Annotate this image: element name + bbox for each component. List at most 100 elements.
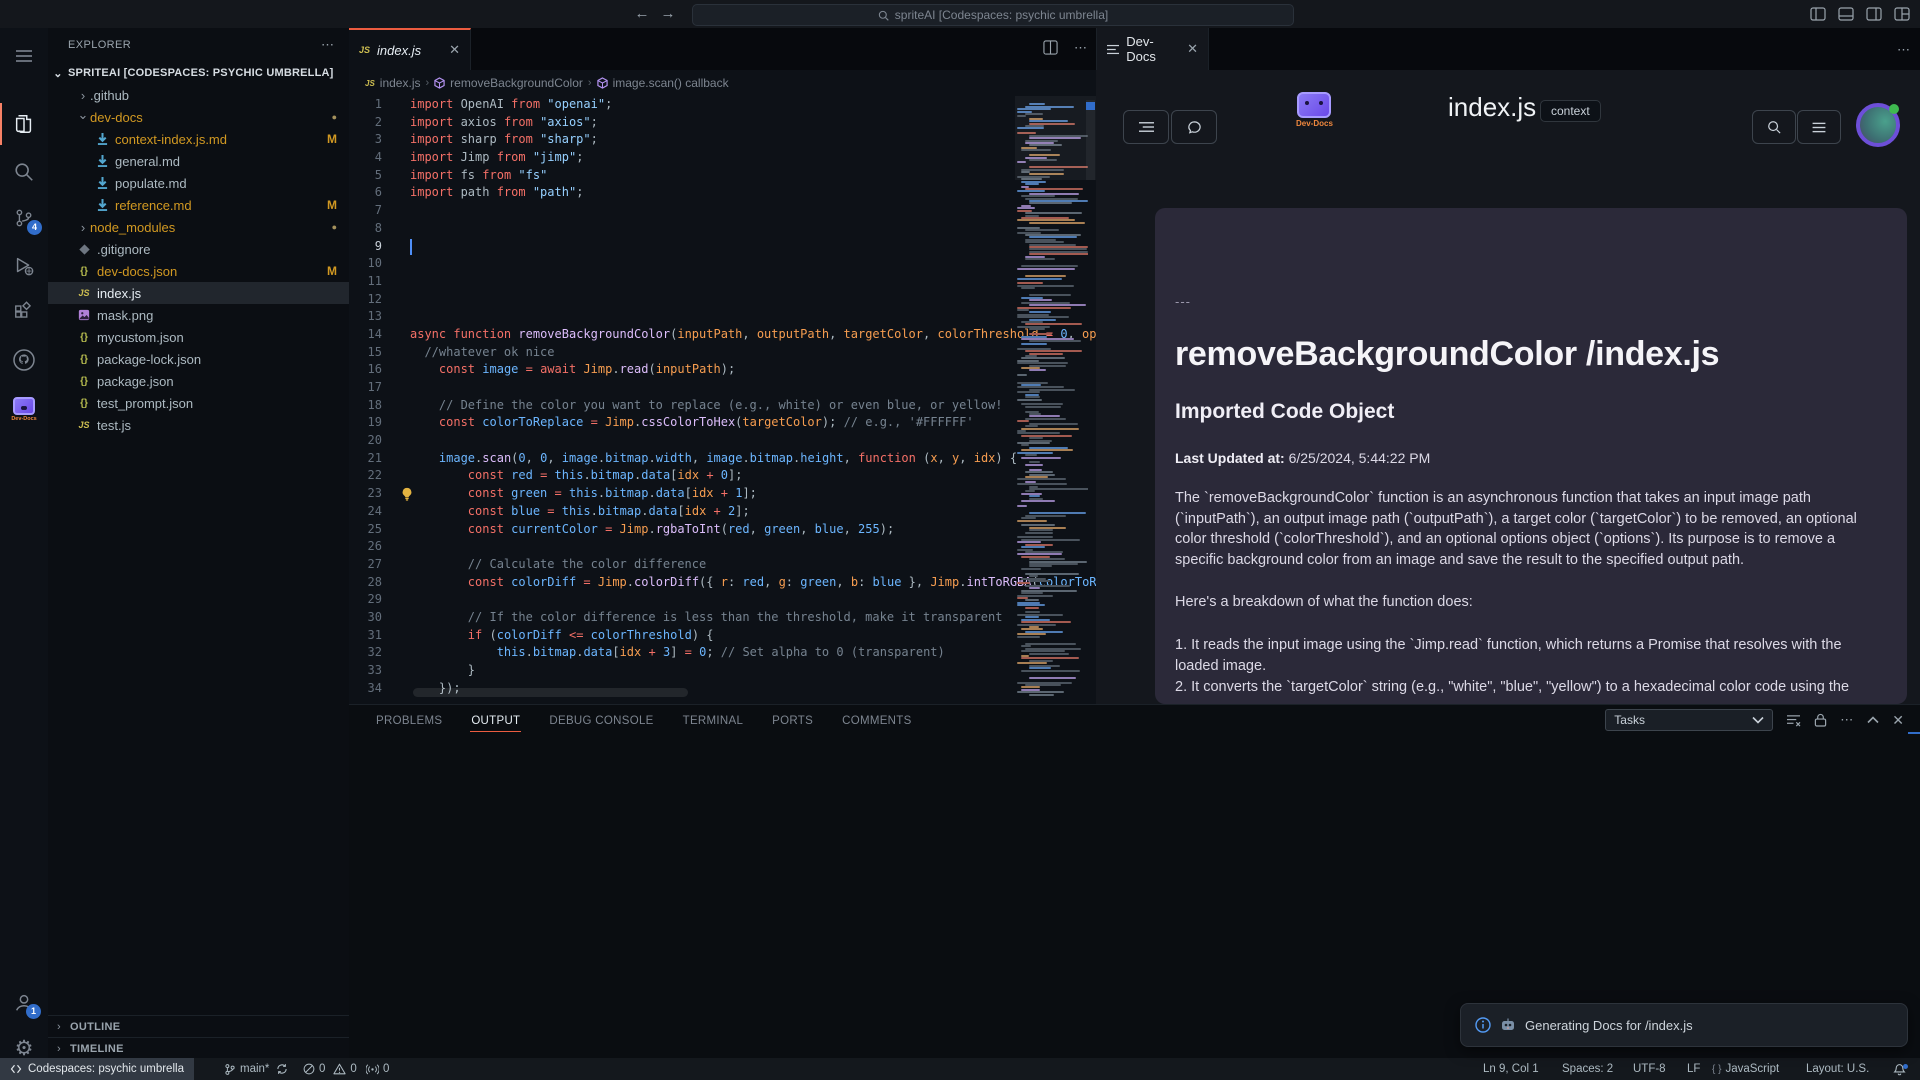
line-number: 3 (349, 131, 382, 149)
language-mode[interactable]: { } JavaScript (1712, 1058, 1779, 1080)
code-text: import Jimp from "jimp"; (382, 149, 583, 167)
lightbulb-icon[interactable] (400, 487, 414, 501)
minimap-line (1017, 662, 1047, 664)
tree-item--gitignore[interactable]: .gitignore (48, 238, 349, 260)
forward-arrow-icon[interactable]: → (656, 0, 680, 28)
accounts-icon[interactable]: 1 (0, 983, 48, 1023)
notifications-bell[interactable] (1893, 1058, 1906, 1080)
sync-indicator[interactable] (276, 1058, 288, 1080)
tree-item-dev-docs[interactable]: ⌄dev-docs● (48, 106, 349, 128)
tree-item-mask-png[interactable]: mask.png (48, 304, 349, 326)
panel-tab-terminal[interactable]: TERMINAL (682, 709, 745, 732)
output-channel-select[interactable]: Tasks (1605, 709, 1773, 731)
extensions-icon[interactable] (0, 292, 48, 332)
horizontal-scrollbar[interactable] (413, 688, 688, 697)
tree-item-label: populate.md (115, 176, 187, 191)
encoding[interactable]: UTF-8 (1633, 1058, 1666, 1080)
run-debug-icon[interactable] (0, 246, 48, 286)
breadcrumb-item[interactable]: index.js (380, 76, 421, 90)
devdocs-logo-label: Dev-Docs (1296, 119, 1333, 128)
toggle-secondary-sidebar-icon[interactable] (1866, 6, 1882, 22)
outline-section[interactable]: › OUTLINE (48, 1015, 349, 1038)
tree-item-package-json[interactable]: {}package.json (48, 370, 349, 392)
tree-item-index-js[interactable]: JSindex.js (48, 282, 349, 304)
branch-indicator[interactable]: main* (224, 1058, 269, 1080)
panel-tab-output[interactable]: OUTPUT (470, 709, 521, 732)
chevron-up-icon[interactable] (1867, 716, 1879, 724)
indentation[interactable]: Spaces: 2 (1562, 1058, 1613, 1080)
tree-item-dev-docs-json[interactable]: {}dev-docs.jsonM (48, 260, 349, 282)
keyboard-layout[interactable]: Layout: U.S. (1806, 1058, 1869, 1080)
tree-item--github[interactable]: ›.github (48, 84, 349, 106)
menu-icon[interactable] (0, 36, 48, 76)
search-view-icon[interactable] (0, 152, 48, 192)
split-editor-icon[interactable] (1043, 40, 1058, 55)
toggle-sidebar-icon[interactable] (1810, 6, 1826, 22)
tab-devdocs[interactable]: Dev-Docs ✕ (1097, 28, 1209, 70)
eol-sequence[interactable]: LF (1687, 1058, 1700, 1080)
minimap-line (1025, 406, 1061, 408)
tree-item-reference-md[interactable]: reference.mdM (48, 194, 349, 216)
minimap-line (1025, 471, 1053, 473)
line-number: 33 (349, 662, 382, 680)
minimap[interactable] (1015, 96, 1088, 702)
panel-more-icon[interactable]: ⋯ (1840, 712, 1854, 728)
problems-indicator[interactable]: 0 0 (303, 1058, 357, 1080)
doc-search-button[interactable] (1752, 110, 1796, 144)
github-icon[interactable] (0, 340, 48, 380)
devdocs-view-icon[interactable]: Dev-Docs (0, 386, 48, 432)
chat-button[interactable] (1171, 110, 1217, 144)
back-arrow-icon[interactable]: ← (630, 0, 654, 28)
command-center[interactable]: spriteAI [Codespaces: psychic umbrella] (692, 4, 1294, 26)
line-number: 2 (349, 114, 382, 132)
tree-item-mycustom-json[interactable]: {}mycustom.json (48, 326, 349, 348)
panel-tab-ports[interactable]: PORTS (771, 709, 814, 732)
panel-tab-comments[interactable]: COMMENTS (841, 709, 912, 732)
breadcrumb[interactable]: JSindex.js›removeBackgroundColor›image.s… (349, 70, 1096, 96)
notification-toast[interactable]: Generating Docs for /index.js (1460, 1003, 1908, 1047)
minimap-line (1029, 667, 1051, 669)
breadcrumb-item[interactable]: image.scan() callback (613, 76, 729, 90)
tab-index-js[interactable]: JS index.js ✕ (349, 28, 471, 70)
close-tab-icon[interactable]: ✕ (1187, 41, 1198, 57)
explorer-more-icon[interactable]: ⋯ (321, 37, 335, 53)
cursor-position[interactable]: Ln 9, Col 1 (1483, 1058, 1539, 1080)
avatar[interactable] (1856, 103, 1900, 147)
clear-output-icon[interactable] (1786, 714, 1801, 727)
tree-item-test-js[interactable]: JStest.js (48, 414, 349, 436)
context-badge[interactable]: context (1540, 100, 1601, 122)
devdocs-more-actions-icon[interactable]: ⋯ (1897, 42, 1911, 57)
tree-root[interactable]: ⌄ SPRITEAI [CODESPACES: PSYCHIC UMBRELLA… (48, 62, 349, 84)
panel-tab-problems[interactable]: PROBLEMS (375, 709, 443, 732)
tree-item-node-modules[interactable]: ›node_modules● (48, 216, 349, 238)
tree-item-general-md[interactable]: general.md (48, 150, 349, 172)
close-panel-icon[interactable]: ✕ (1892, 712, 1904, 729)
toggle-panel-icon[interactable] (1838, 6, 1854, 22)
customize-layout-icon[interactable] (1894, 6, 1910, 22)
minimap-line (1017, 478, 1066, 480)
close-tab-icon[interactable]: ✕ (449, 42, 460, 58)
doc-menu-button[interactable] (1797, 110, 1841, 144)
minimap-line (1029, 694, 1054, 696)
tab-label: Dev-Docs (1126, 34, 1180, 64)
tree-item-test-prompt-json[interactable]: {}test_prompt.json (48, 392, 349, 414)
remote-indicator[interactable]: Codespaces: psychic umbrella (0, 1058, 194, 1080)
vertical-scrollbar[interactable] (1086, 100, 1095, 180)
ports-indicator[interactable]: 0 (366, 1058, 389, 1080)
tree-item-context-index-js-md[interactable]: context-index.js.mdM (48, 128, 349, 150)
explorer-icon[interactable] (0, 104, 48, 144)
panel-tab-debug-console[interactable]: DEBUG CONSOLE (548, 709, 654, 732)
breadcrumb-item[interactable]: removeBackgroundColor (450, 76, 583, 90)
source-control-icon[interactable]: 4 (0, 198, 48, 238)
lock-icon[interactable] (1814, 713, 1827, 727)
outline-menu-button[interactable] (1123, 110, 1169, 144)
timeline-section[interactable]: › TIMELINE (48, 1037, 349, 1060)
tree-item-package-lock-json[interactable]: {}package-lock.json (48, 348, 349, 370)
code-line-19: 19 const colorToReplace = Jimp.cssColorT… (349, 414, 1096, 432)
errors-icon (303, 1063, 315, 1075)
editor-more-actions-icon[interactable]: ⋯ (1074, 40, 1088, 56)
tree-item-populate-md[interactable]: populate.md (48, 172, 349, 194)
minimap-slider[interactable] (1015, 96, 1096, 180)
code-editor[interactable]: 1import OpenAI from "openai";2import axi… (349, 96, 1096, 704)
tree-item-label: context-index.js.md (115, 132, 227, 147)
